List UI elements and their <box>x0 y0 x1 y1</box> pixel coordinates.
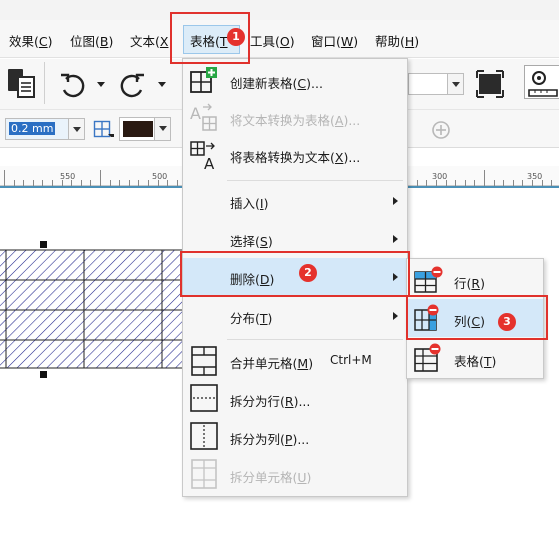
table-to-text-icon: A <box>189 140 219 173</box>
border-color-swatch <box>123 121 153 137</box>
menu-separator <box>227 180 403 181</box>
menu-item-split-cells: 拆分单元格(U) <box>183 457 407 493</box>
ruler-tick <box>100 170 101 186</box>
split-cells-icon <box>189 458 219 493</box>
full-screen-icon[interactable] <box>475 69 505 102</box>
submenu-item-delete-table[interactable]: 表格(T) <box>407 339 543 377</box>
border-sides-icon[interactable] <box>93 120 111 141</box>
menu-item-text-to-table: A 将文本转换为表格(A)... <box>183 100 407 136</box>
zoom-select[interactable] <box>408 73 464 95</box>
submenu-arrow-icon <box>393 235 398 243</box>
menu-item-label: 选择(S) <box>230 234 273 249</box>
menu-item-label: 创建新表格(C)... <box>230 76 323 91</box>
menu-item-shortcut: Ctrl+M <box>330 353 372 367</box>
redo-icon[interactable] <box>117 70 147 103</box>
svg-text:A: A <box>204 155 215 170</box>
annotation-box-column <box>406 295 548 340</box>
selection-handle-top[interactable] <box>40 241 47 248</box>
menu-window[interactable]: 窗口(W) <box>311 31 358 50</box>
selection-handle-bottom[interactable] <box>40 371 47 378</box>
border-color-picker[interactable] <box>119 117 171 141</box>
submenu-item-label: 行(R) <box>454 276 485 291</box>
menu-item-label: 插入(I) <box>230 196 269 211</box>
menu-item-create-table[interactable]: 创建新表格(C)... <box>183 63 407 99</box>
delete-row-icon <box>413 266 443 297</box>
rulers-toggle-button[interactable] <box>524 65 559 99</box>
text-to-table-icon: A <box>189 103 219 136</box>
menu-item-label: 合并单元格(M) <box>230 356 314 371</box>
ruler-tick <box>484 170 485 186</box>
menu-item-insert[interactable]: 插入(I) <box>183 183 407 219</box>
menu-help[interactable]: 帮助(H) <box>375 31 419 50</box>
undo-icon[interactable] <box>58 70 88 103</box>
menu-item-label: 将文本转换为表格(A)... <box>230 113 361 128</box>
submenu-item-delete-row[interactable]: 行(R) <box>407 261 543 299</box>
submenu-arrow-icon <box>393 197 398 205</box>
menu-item-label: 将表格转换为文本(X)... <box>230 150 361 165</box>
annotation-badge: 2 <box>299 264 317 282</box>
redo-dropdown-icon[interactable] <box>158 82 166 87</box>
menu-separator <box>227 339 403 340</box>
hatched-table[interactable] <box>0 246 186 375</box>
line-width-select[interactable]: 0.2 mm <box>5 118 85 140</box>
annotation-badge: 1 <box>227 28 245 46</box>
svg-text:A: A <box>190 104 201 123</box>
ruler-tick <box>4 170 5 186</box>
submenu-item-label: 表格(T) <box>454 354 497 369</box>
border-dropdown-icon[interactable] <box>108 134 114 137</box>
merge-cells-icon <box>189 345 219 380</box>
menu-item-label: 拆分为列(P)... <box>230 432 310 447</box>
menu-item-distribute[interactable]: 分布(T) <box>183 298 407 334</box>
create-table-icon <box>189 66 219 99</box>
annotation-badge: 3 <box>498 313 516 331</box>
menu-text[interactable]: 文本(X <box>130 31 168 50</box>
menu-tools[interactable]: 工具(O) <box>250 31 295 50</box>
paste-icon[interactable] <box>6 67 36 102</box>
menu-item-merge-cells[interactable]: 合并单元格(M) Ctrl+M <box>183 343 407 379</box>
window-top-strip <box>0 0 559 20</box>
add-icon[interactable] <box>431 120 451 143</box>
menu-item-label: 分布(T) <box>230 311 273 326</box>
menu-item-split-columns[interactable]: 拆分为列(P)... <box>183 419 407 455</box>
line-width-value[interactable]: 0.2 mm <box>9 122 56 135</box>
menu-bitmaps[interactable]: 位图(B) <box>70 31 113 50</box>
submenu-arrow-icon <box>393 312 398 320</box>
annotation-box-delete <box>180 251 410 297</box>
undo-dropdown-icon[interactable] <box>97 82 105 87</box>
menu-effects[interactable]: 效果(C) <box>9 31 53 50</box>
split-rows-icon <box>189 382 219 417</box>
menu-item-label: 拆分为行(R)... <box>230 394 311 409</box>
menu-item-table-to-text[interactable]: A 将表格转换为文本(X)... <box>183 137 407 173</box>
toolbar-separator <box>44 62 45 104</box>
delete-table-icon <box>413 343 443 376</box>
ruler-label: 500 <box>152 172 168 181</box>
menu-item-split-rows[interactable]: 拆分为行(R)... <box>183 381 407 417</box>
ruler-label: 350 <box>527 172 543 181</box>
split-columns-icon <box>189 420 219 455</box>
menu-item-label: 拆分单元格(U) <box>230 470 312 485</box>
